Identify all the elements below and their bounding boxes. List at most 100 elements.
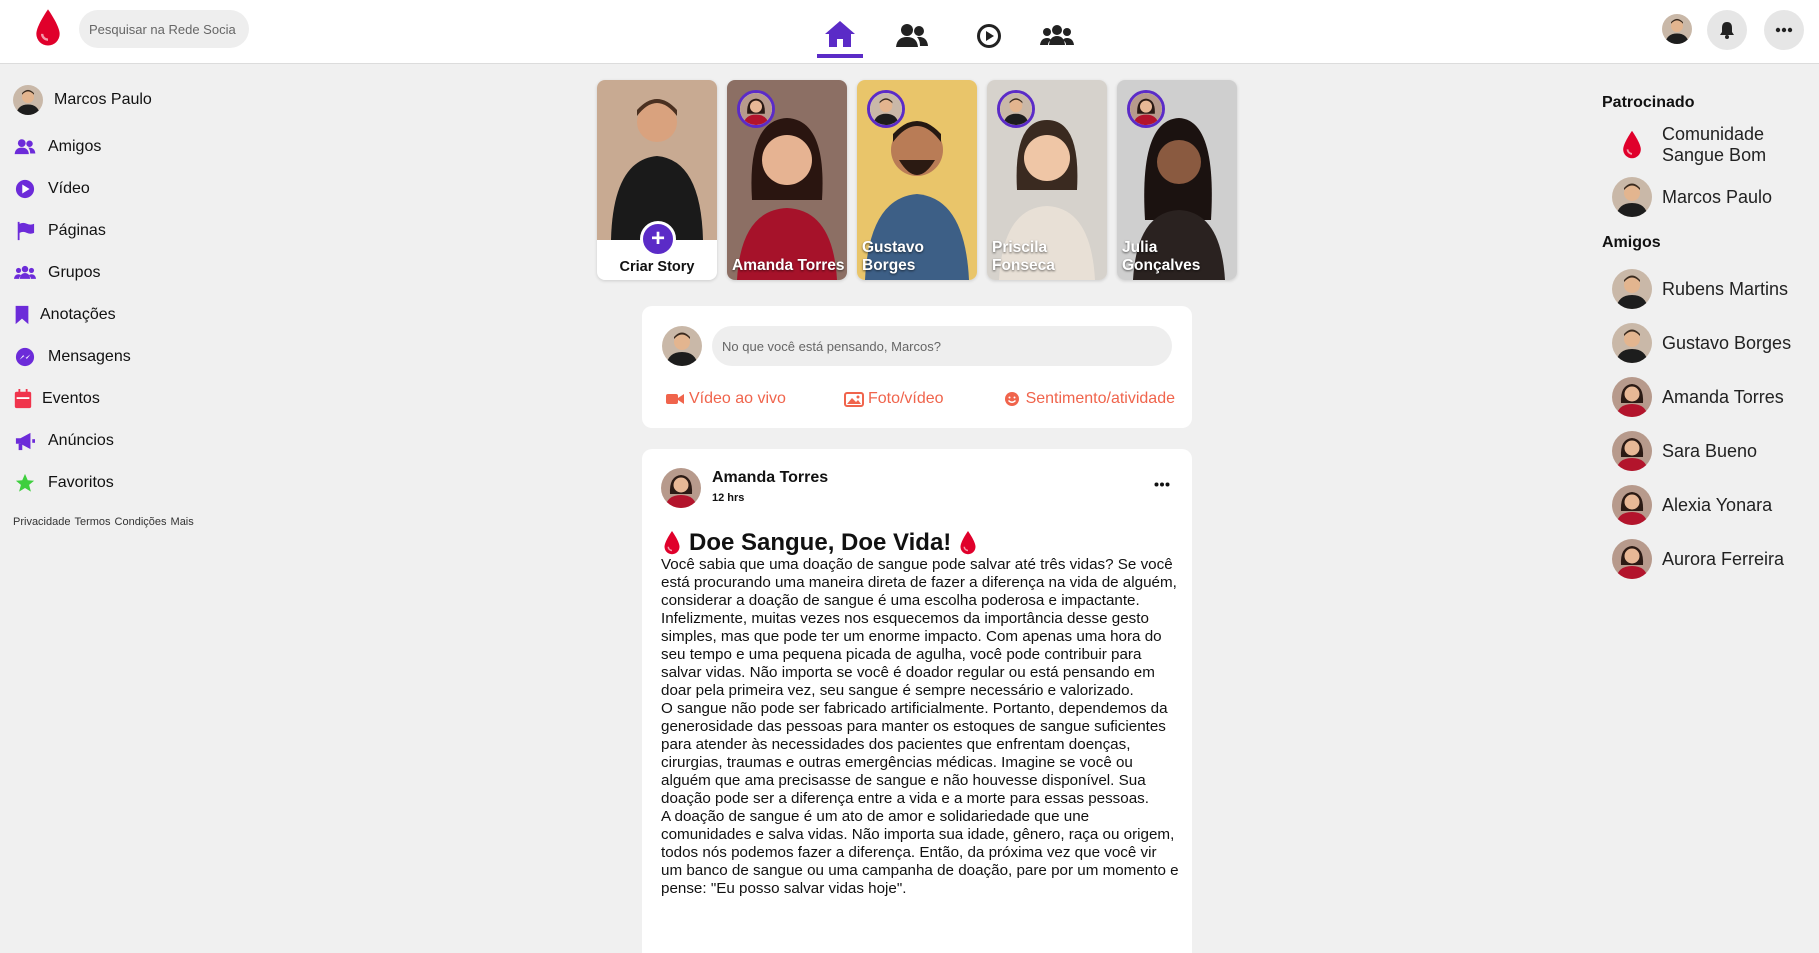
more-dots-icon: [1775, 27, 1793, 33]
footer-links: Privacidade Termos Condições Mais: [13, 516, 273, 528]
contact-item[interactable]: Aurora Ferreira: [1612, 532, 1812, 586]
create-story-label: Criar Story: [619, 259, 695, 275]
sidebar-item-mensagens[interactable]: Mensagens: [13, 336, 273, 378]
sidebar-item-label: Favoritos: [48, 474, 114, 491]
feed-post: Amanda Torres 12 hrs Doe Sangue, Doe Vid…: [642, 449, 1192, 953]
sponsored-name: Marcos Paulo: [1662, 186, 1773, 207]
feeling-activity-label: Sentimento/atividade: [1025, 390, 1175, 407]
avatar: [1612, 177, 1652, 217]
sidebar-item-label: Anotações: [40, 306, 116, 323]
sidebar-item-label: Páginas: [48, 222, 106, 239]
smile-icon: [1004, 392, 1019, 406]
home-icon: [825, 21, 855, 47]
stories-row: + Criar Story Amanda Torres Gustavo Borg…: [597, 80, 1237, 280]
calendar-icon: [14, 389, 32, 409]
avatar: [1612, 539, 1652, 579]
notifications-button[interactable]: [1707, 10, 1747, 50]
friends-icon: [14, 139, 36, 155]
story-card[interactable]: Gustavo Borges: [857, 80, 977, 280]
live-video-button[interactable]: Vídeo ao vivo: [665, 390, 786, 408]
header-avatar[interactable]: [1662, 14, 1692, 44]
sidebar-item-eventos[interactable]: Eventos: [13, 378, 273, 420]
messenger-icon: [15, 347, 35, 367]
post-header: Amanda Torres 12 hrs: [661, 468, 828, 508]
story-card[interactable]: Julia Gonçalves: [1117, 80, 1237, 280]
blood-drop-icon: [1621, 130, 1643, 160]
footer-link-mais[interactable]: Mais: [171, 516, 194, 528]
story-name: Gustavo Borges: [862, 239, 925, 274]
contact-name: Amanda Torres: [1662, 386, 1784, 407]
sidebar-item-paginas[interactable]: Páginas: [13, 210, 273, 252]
story-name: Priscila Fonseca: [992, 239, 1055, 274]
video-play-icon: [977, 24, 1001, 48]
sponsored-item[interactable]: Comunidade Sangue Bom: [1612, 120, 1812, 170]
contact-item[interactable]: Amanda Torres: [1612, 370, 1812, 424]
footer-link-condicoes[interactable]: Condições: [115, 516, 167, 528]
more-dots-icon: [1154, 482, 1170, 486]
sponsored-item[interactable]: Marcos Paulo: [1612, 170, 1812, 224]
sidebar-profile-name: Marcos Paulo: [54, 91, 152, 108]
composer-actions: Vídeo ao vivo Foto/vídeo Sentimento/ativ…: [665, 390, 1175, 408]
groups-icon: [14, 265, 36, 279]
photo-video-button[interactable]: Foto/vídeo: [843, 390, 944, 408]
post-body: Você sabia que uma doação de sangue pode…: [661, 556, 1179, 897]
add-story-plus-icon: +: [640, 221, 676, 257]
blood-drop-logo[interactable]: [34, 8, 62, 48]
friends-heading: Amigos: [1602, 234, 1661, 251]
video-play-icon: [15, 179, 35, 199]
post-author-avatar[interactable]: [661, 468, 701, 508]
sidebar-item-amigos[interactable]: Amigos: [13, 126, 273, 168]
groups-icon: [1040, 25, 1074, 45]
nav-watch[interactable]: [966, 14, 1012, 58]
top-bar: [0, 0, 1819, 64]
contact-item[interactable]: Sara Bueno: [1612, 424, 1812, 478]
story-card[interactable]: Priscila Fonseca: [987, 80, 1107, 280]
sidebar-item-label: Eventos: [42, 390, 100, 407]
post-author[interactable]: Amanda Torres: [712, 469, 828, 487]
star-icon: [15, 473, 35, 492]
post-title-text: Doe Sangue, Doe Vida!: [689, 529, 952, 556]
post-title: Doe Sangue, Doe Vida!: [661, 529, 985, 557]
megaphone-icon: [15, 432, 35, 451]
contact-item[interactable]: Gustavo Borges: [1612, 316, 1812, 370]
bell-icon: [1720, 22, 1734, 39]
post-composer: Vídeo ao vivo Foto/vídeo Sentimento/ativ…: [642, 306, 1192, 428]
nav-home[interactable]: [817, 14, 863, 58]
story-card[interactable]: Amanda Torres: [727, 80, 847, 280]
flag-icon: [17, 221, 35, 241]
post-options-button[interactable]: [1150, 477, 1174, 491]
nav-groups[interactable]: [1034, 14, 1080, 58]
friends-icon: [896, 24, 928, 47]
sidebar-item-favoritos[interactable]: Favoritos: [13, 462, 273, 504]
photo-icon: [843, 392, 864, 407]
footer-link-privacidade[interactable]: Privacidade: [13, 516, 70, 528]
avatar: [1612, 485, 1652, 525]
avatar: [1612, 431, 1652, 471]
story-avatar: [1127, 90, 1165, 128]
live-video-label: Vídeo ao vivo: [689, 390, 786, 407]
contact-item[interactable]: Alexia Yonara: [1612, 478, 1812, 532]
post-timestamp[interactable]: 12 hrs: [712, 492, 828, 504]
feeling-activity-button[interactable]: Sentimento/atividade: [1002, 390, 1175, 408]
sponsored-name: Comunidade Sangue Bom: [1662, 124, 1767, 165]
sidebar-item-anuncios[interactable]: Anúncios: [13, 420, 273, 462]
contact-name: Alexia Yonara: [1662, 494, 1773, 515]
contact-item[interactable]: Rubens Martins: [1612, 262, 1812, 316]
sidebar-item-grupos[interactable]: Grupos: [13, 252, 273, 294]
sidebar-item-label: Anúncios: [48, 432, 114, 449]
search-input[interactable]: [79, 10, 249, 48]
avatar: [662, 326, 702, 366]
nav-friends[interactable]: [889, 14, 935, 58]
sidebar-item-anotacoes[interactable]: Anotações: [13, 294, 273, 336]
story-avatar: [997, 90, 1035, 128]
footer-link-termos[interactable]: Termos: [74, 516, 110, 528]
sponsor-logo: [1612, 125, 1652, 165]
status-input[interactable]: [712, 326, 1172, 366]
contact-name: Rubens Martins: [1662, 278, 1789, 299]
more-menu-button[interactable]: [1764, 10, 1804, 50]
avatar: [1612, 377, 1652, 417]
avatar: [13, 85, 43, 115]
create-story-card[interactable]: + Criar Story: [597, 80, 717, 280]
sidebar-profile[interactable]: Marcos Paulo: [13, 80, 273, 120]
sidebar-item-video[interactable]: Vídeo: [13, 168, 273, 210]
